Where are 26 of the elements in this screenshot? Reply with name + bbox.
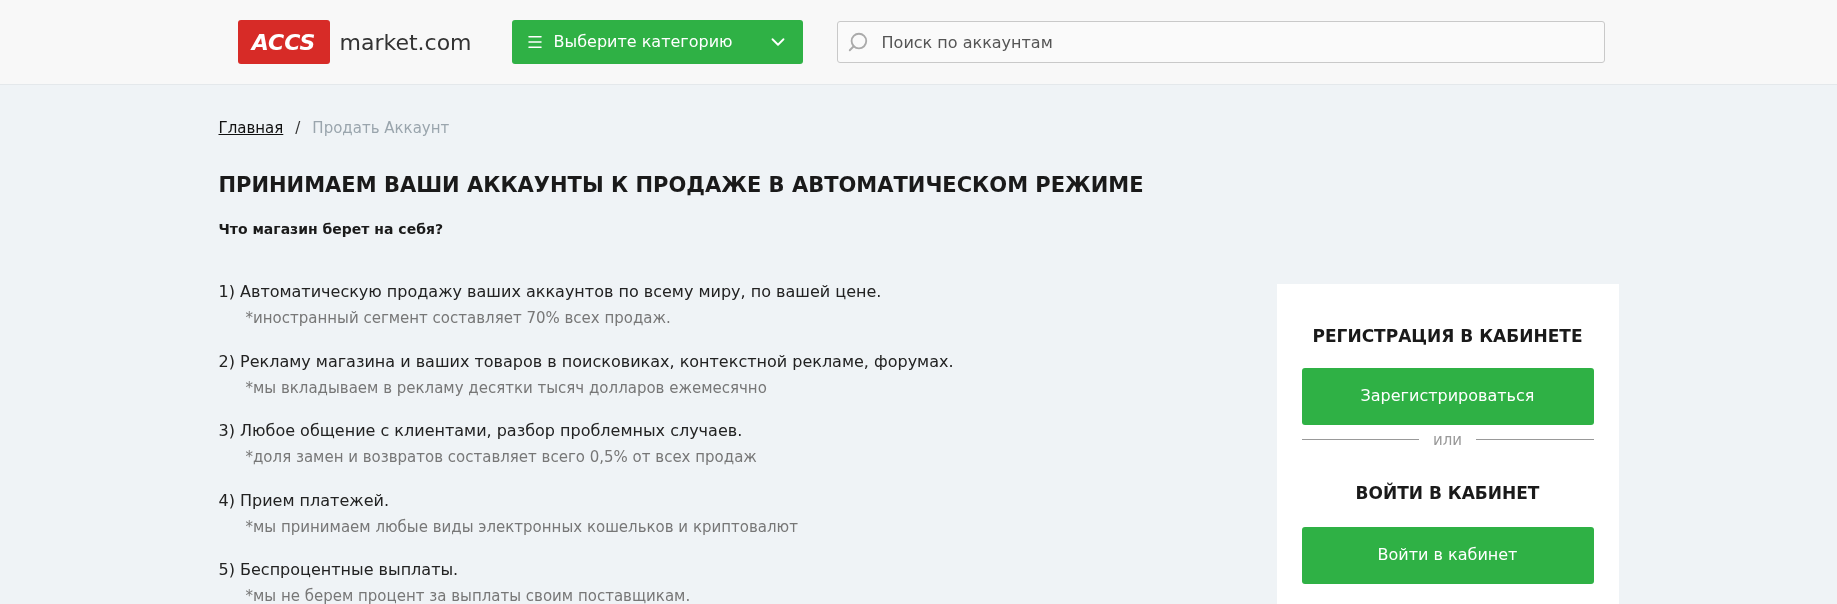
benefit-text: 5) Беспроцентные выплаты.: [218, 559, 460, 581]
benefit-note: *мы принимаем любые виды электронных кошельков и криптовалют: [244, 516, 799, 538]
benefit-text: 1) Автоматическую продажу ваших аккаунтов по всему миру, по вашей цене.: [218, 281, 883, 303]
benefit-note: *доля замен и возвратов составляет всего 0,5% от всех продаж: [244, 447, 758, 468]
benefit-note: *мы не берем процент за выплаты своим поставщикам.: [244, 586, 692, 604]
login-heading: ВОЙТИ В КАБИНЕТ: [1355, 481, 1540, 505]
logo-badge[interactable]: ACCS: [237, 20, 330, 64]
section-subtitle: Что магазин берет на себя?: [218, 220, 444, 239]
category-button[interactable]: Выберите категорию: [511, 20, 803, 64]
page-title: ПРИНИМАЕМ ВАШИ АККАУНТЫ К ПРОДАЖЕ В АВТОМАТИЧЕСКОМ РЕЖИМЕ: [218, 171, 1145, 199]
benefit-note: *иностранный сегмент составляет 70% всех продаж.: [244, 308, 672, 329]
benefit-text: 4) Прием платежей.: [218, 489, 390, 512]
search-icon: [846, 31, 869, 53]
login-button[interactable]: Войти в кабинет: [1301, 526, 1594, 584]
benefit-text: 3) Любое общение с клиентами, разбор проблемных случаев.: [218, 420, 744, 442]
breadcrumb-current: Продать Аккаунт: [312, 118, 450, 139]
breadcrumb-link[interactable]: Главная: [218, 117, 284, 140]
register-button[interactable]: Зарегистрироваться: [1301, 367, 1594, 425]
divider-text: или: [1432, 429, 1463, 451]
menu-icon: [525, 33, 544, 51]
register-heading: РЕГИСТРАЦИЯ В КАБИНЕТЕ: [1312, 325, 1583, 348]
breadcrumb-separator: /: [295, 118, 301, 139]
search-field[interactable]: Поиск по аккаунтам: [836, 21, 1605, 63]
benefit-text: 2) Рекламу магазина и ваших товаров в поисковиках, контекстной рекламе, форумах.: [218, 350, 955, 373]
logo-text[interactable]: market.com: [339, 25, 472, 59]
benefit-note: *мы вкладываем в рекламу десятки тысяч долларов ежемесячно: [244, 377, 768, 399]
